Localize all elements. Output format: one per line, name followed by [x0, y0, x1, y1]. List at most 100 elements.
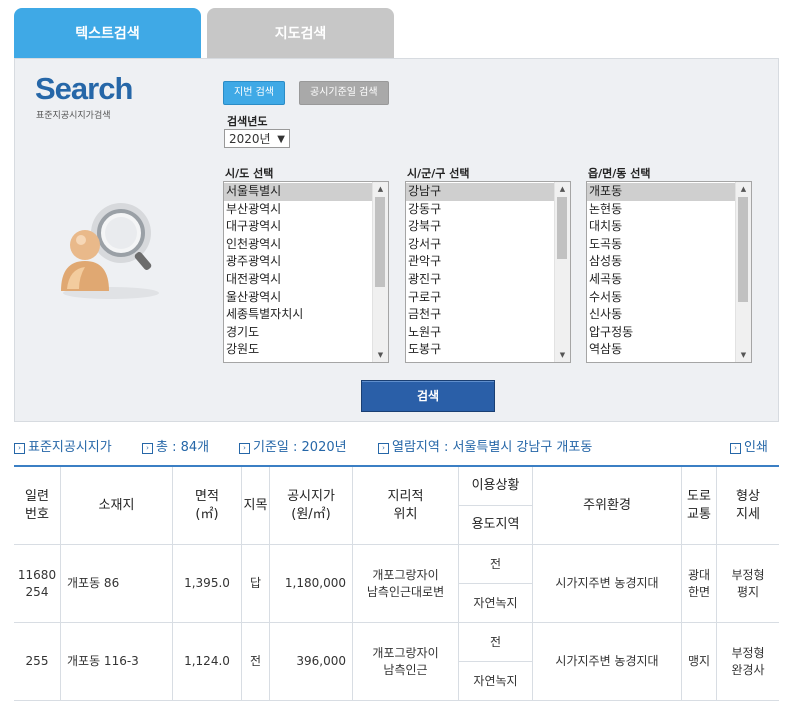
scroll-thumb[interactable]	[738, 197, 748, 302]
cell-zone: 자연녹지	[459, 662, 533, 701]
dong-option[interactable]: 개포동	[587, 183, 735, 201]
cell-address: 개포동 86	[61, 545, 173, 623]
dong-option[interactable]: 신사동	[587, 306, 735, 324]
year-label: 검색년도	[227, 115, 268, 128]
date-search-button[interactable]: 공시기준일 검색	[299, 81, 389, 105]
scroll-up-icon[interactable]: ▲	[373, 182, 388, 196]
cell-serial: 255	[14, 623, 61, 701]
header-serial: 일련 번호	[14, 467, 61, 545]
scrollbar[interactable]: ▲ ▼	[554, 182, 570, 362]
sido-listbox[interactable]: 서울특별시 부산광역시 대구광역시 인천광역시 광주광역시 대전광역시 울산광역시 세종특별자…	[223, 181, 389, 363]
dong-option[interactable]: 세곡동	[587, 271, 735, 289]
header-usage: 이용상황	[459, 467, 533, 506]
year-select[interactable]: 2020년 ▼	[224, 129, 290, 148]
dong-option[interactable]: 도곡동	[587, 236, 735, 254]
user-search-illustration	[61, 203, 159, 299]
jibun-search-button[interactable]: 지번 검색	[223, 81, 285, 105]
dong-option[interactable]: 압구정동	[587, 324, 735, 342]
print-link-text[interactable]: 인쇄	[744, 440, 768, 455]
search-panel: Search 표준지공시지가검색 지번 검색 공시기준일 검색 검색년도 202…	[14, 58, 779, 422]
info-title: › 표준지공시지가	[14, 436, 112, 455]
sigungu-option[interactable]: 구로구	[406, 289, 554, 307]
dong-option[interactable]: 역삼동	[587, 341, 735, 359]
dong-option[interactable]: 대치동	[587, 218, 735, 236]
header-shape: 형상 지세	[717, 467, 779, 545]
dong-option[interactable]: 수서동	[587, 289, 735, 307]
cell-shape: 부정형 평지	[717, 545, 779, 623]
dong-option[interactable]: 논현동	[587, 201, 735, 219]
tab-map-search[interactable]: 지도검색	[207, 8, 394, 58]
sido-option[interactable]: 대전광역시	[224, 271, 372, 289]
arrow-box-icon: ›	[239, 443, 250, 454]
sigungu-option[interactable]: 강남구	[406, 183, 554, 201]
info-total-text: 총 : 84개	[156, 440, 210, 455]
cell-usage: 전	[459, 545, 533, 584]
cell-env: 시가지주변 농경지대	[533, 545, 682, 623]
sigungu-option[interactable]: 강서구	[406, 236, 554, 254]
sigungu-option[interactable]: 노원구	[406, 324, 554, 342]
sido-option[interactable]: 강원도	[224, 341, 372, 359]
cell-price: 1,180,000	[270, 545, 353, 623]
arrow-box-icon: ›	[14, 443, 25, 454]
tab-text-search[interactable]: 텍스트검색	[14, 8, 201, 58]
cell-landcat: 답	[242, 545, 270, 623]
dong-option[interactable]: 삼성동	[587, 253, 735, 271]
header-env: 주위환경	[533, 467, 682, 545]
sido-option[interactable]: 인천광역시	[224, 236, 372, 254]
info-title-text: 표준지공시지가	[28, 440, 112, 455]
year-select-value: 2020년	[229, 132, 271, 146]
arrow-box-icon: ›	[378, 443, 389, 454]
scrollbar[interactable]: ▲ ▼	[372, 182, 388, 362]
scroll-thumb[interactable]	[557, 197, 567, 259]
sigungu-option[interactable]: 강북구	[406, 218, 554, 236]
info-region-text: 열람지역 : 서울특별시 강남구 개포동	[392, 440, 593, 455]
cell-road: 맹지	[682, 623, 717, 701]
cell-env: 시가지주변 농경지대	[533, 623, 682, 701]
cell-area: 1,124.0	[173, 623, 242, 701]
sigungu-option[interactable]: 도봉구	[406, 341, 554, 359]
header-landcat: 지목	[242, 467, 270, 545]
cell-address: 개포동 116-3	[61, 623, 173, 701]
dong-listbox[interactable]: 개포동 논현동 대치동 도곡동 삼성동 세곡동 수서동 신사동 압구정동 역삼동 ▲ ▼	[586, 181, 752, 363]
sido-option[interactable]: 세종특별자치시	[224, 306, 372, 324]
scroll-thumb[interactable]	[375, 197, 385, 287]
header-geo: 지리적 위치	[353, 467, 459, 545]
header-area: 면적 (㎡)	[173, 467, 242, 545]
cell-geo: 개포그랑자이 남측인근	[353, 623, 459, 701]
scroll-down-icon[interactable]: ▼	[736, 348, 751, 362]
print-link[interactable]: › 인쇄	[730, 436, 768, 455]
scroll-up-icon[interactable]: ▲	[555, 182, 570, 196]
cell-usage: 전	[459, 623, 533, 662]
sigungu-option[interactable]: 강동구	[406, 201, 554, 219]
search-tabs: 텍스트검색 지도검색	[14, 8, 404, 58]
sido-option[interactable]: 대구광역시	[224, 218, 372, 236]
result-info-bar: › 표준지공시지가 › 총 : 84개 › 기준일 : 2020년 › 열람지역 : 서…	[14, 436, 779, 456]
sido-option[interactable]: 광주광역시	[224, 253, 372, 271]
sigungu-option[interactable]: 관악구	[406, 253, 554, 271]
sido-label: 시/도 선택	[225, 167, 274, 180]
sido-option[interactable]: 부산광역시	[224, 201, 372, 219]
info-date: › 기준일 : 2020년	[239, 436, 347, 455]
sigungu-option[interactable]: 광진구	[406, 271, 554, 289]
sido-option[interactable]: 경기도	[224, 324, 372, 342]
sido-option[interactable]: 서울특별시	[224, 183, 372, 201]
sigungu-listbox[interactable]: 강남구 강동구 강북구 강서구 관악구 광진구 구로구 금천구 노원구 도봉구 ▲ ▼	[405, 181, 571, 363]
scrollbar[interactable]: ▲ ▼	[735, 182, 751, 362]
search-logo-subtitle: 표준지공시지가검색	[36, 111, 111, 121]
search-button[interactable]: 검색	[361, 380, 495, 412]
scroll-down-icon[interactable]: ▼	[373, 348, 388, 362]
cell-zone: 자연녹지	[459, 584, 533, 623]
header-road: 도로 교통	[682, 467, 717, 545]
info-date-text: 기준일 : 2020년	[253, 440, 347, 455]
results-table: 일련 번호 소재지 면적 (㎡) 지목 공시지가 (원/㎡) 지리적 위치 이용상황 용도지역…	[14, 465, 779, 713]
cell-geo: 개포그랑자이 남측인근대로변	[353, 545, 459, 623]
header-price: 공시지가 (원/㎡)	[270, 467, 353, 545]
scroll-up-icon[interactable]: ▲	[736, 182, 751, 196]
sido-option[interactable]: 울산광역시	[224, 289, 372, 307]
info-region: › 열람지역 : 서울특별시 강남구 개포동	[378, 436, 592, 455]
arrow-box-icon: ›	[730, 443, 741, 454]
cell-road: 광대 한면	[682, 545, 717, 623]
sigungu-label: 시/군/구 선택	[407, 167, 470, 180]
sigungu-option[interactable]: 금천구	[406, 306, 554, 324]
scroll-down-icon[interactable]: ▼	[555, 348, 570, 362]
